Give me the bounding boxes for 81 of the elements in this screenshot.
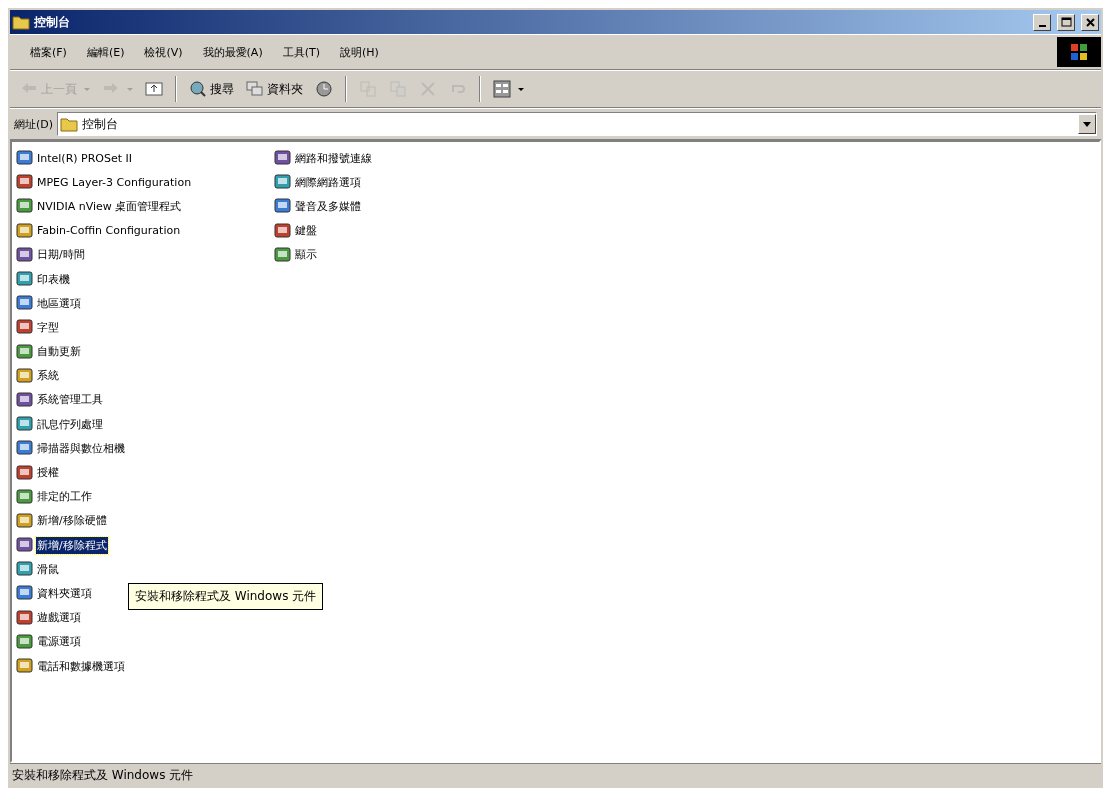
maximize-icon <box>1058 15 1074 29</box>
dropdown-button[interactable] <box>1078 114 1096 134</box>
control-panel-item[interactable]: 訊息佇列處理 <box>36 415 104 433</box>
applet-icon <box>16 632 34 651</box>
address-label: 網址(D) <box>14 116 54 132</box>
minimize-button[interactable] <box>1033 13 1051 31</box>
applet-icon <box>16 270 34 289</box>
control-panel-item[interactable]: Intel(R) PROSet II <box>36 150 134 166</box>
views-icon <box>493 80 511 98</box>
control-panel-item[interactable]: NVIDIA nView 桌面管理程式 <box>36 197 183 215</box>
applet-icon <box>16 463 34 482</box>
maximize-button[interactable] <box>1057 13 1075 31</box>
menu-item[interactable]: 工具(T) <box>276 44 334 60</box>
control-panel-item[interactable]: Fabin-Coffin Configuration <box>36 223 182 239</box>
control-panel-item[interactable]: 網際網路選項 <box>294 173 362 191</box>
control-panel-item[interactable]: 新增/移除程式 <box>36 536 108 554</box>
applet-icon <box>16 294 34 313</box>
applet-icon <box>16 560 34 579</box>
control-panel-item[interactable]: 顯示 <box>294 246 318 264</box>
menu-item[interactable]: 我的最愛(A) <box>196 44 277 60</box>
applet-icon <box>16 390 34 409</box>
caret-icon <box>1083 121 1091 127</box>
applet-icon <box>16 197 34 216</box>
applet-icon <box>274 221 292 240</box>
windows-logo-icon <box>1057 37 1101 67</box>
applet-icon <box>16 366 34 385</box>
applet-icon <box>274 197 292 216</box>
applet-icon <box>16 342 34 361</box>
applet-icon <box>16 173 34 192</box>
applet-icon <box>16 318 34 337</box>
folder-icon <box>12 13 30 31</box>
applet-icon <box>16 149 34 168</box>
tooltip: 安裝和移除程式及 Windows 元件 <box>128 583 324 611</box>
applet-icon <box>16 584 34 603</box>
applet-icon <box>16 439 34 458</box>
close-button[interactable] <box>1081 13 1099 31</box>
control-panel-item[interactable]: 字型 <box>36 318 60 336</box>
control-panel-item[interactable]: 授權 <box>36 464 60 482</box>
status-text: 安裝和移除程式及 Windows 元件 <box>12 766 194 784</box>
applet-icon <box>16 487 34 506</box>
control-panel-item[interactable]: 網路和撥號連線 <box>294 149 373 167</box>
control-panel-item[interactable]: 系統 <box>36 367 60 385</box>
applet-icon <box>274 245 292 264</box>
control-panel-item[interactable]: 自動更新 <box>36 343 82 361</box>
control-panel-item[interactable]: 新增/移除硬體 <box>36 512 108 530</box>
control-panel-item[interactable]: 系統管理工具 <box>36 391 104 409</box>
folder-up-icon <box>145 80 163 98</box>
applet-icon <box>16 657 34 676</box>
applet-icon <box>16 245 34 264</box>
control-panel-item[interactable]: MPEG Layer-3 Configuration <box>36 174 193 190</box>
folder-icon <box>60 115 79 133</box>
address-field[interactable]: 控制台 <box>57 112 1097 136</box>
control-panel-item[interactable]: 資料夾選項 <box>36 584 93 602</box>
window-title: 控制台 <box>34 13 70 31</box>
folders-icon <box>246 80 264 98</box>
control-panel-item[interactable]: 掃描器與數位相機 <box>36 439 126 457</box>
control-panel-item[interactable]: 電話和數據機選項 <box>36 657 126 675</box>
menu-item[interactable]: 檢視(V) <box>138 44 197 60</box>
control-panel-item[interactable]: 聲音及多媒體 <box>294 197 362 215</box>
control-panel-item[interactable]: 滑鼠 <box>36 560 60 578</box>
control-panel-item[interactable]: 鍵盤 <box>294 222 318 240</box>
menu-item[interactable]: 編輯(E) <box>80 44 139 60</box>
applet-icon <box>16 415 34 434</box>
control-panel-item[interactable]: 日期/時間 <box>36 246 86 264</box>
toolbar-button[interactable]: 搜尋 <box>185 78 238 100</box>
menu-item[interactable]: 說明(H) <box>334 44 393 60</box>
applet-icon <box>16 536 34 555</box>
control-panel-item[interactable]: 排定的工作 <box>36 488 93 506</box>
control-panel-item[interactable]: 遊戲選項 <box>36 609 82 627</box>
applet-icon <box>16 608 34 627</box>
control-panel-item[interactable]: 電源選項 <box>36 633 82 651</box>
control-panel-item[interactable]: 印表機 <box>36 270 71 288</box>
menu-item[interactable]: 檔案(F) <box>24 44 81 60</box>
applet-icon <box>16 221 34 240</box>
delete-icon <box>419 80 437 98</box>
minimize-icon <box>1038 25 1046 27</box>
toolbar-button[interactable]: 資料夾 <box>242 78 307 100</box>
control-panel-item[interactable]: 地區選項 <box>36 294 82 312</box>
applet-icon <box>274 173 292 192</box>
applet-icon <box>274 149 292 168</box>
applet-icon <box>16 511 34 530</box>
